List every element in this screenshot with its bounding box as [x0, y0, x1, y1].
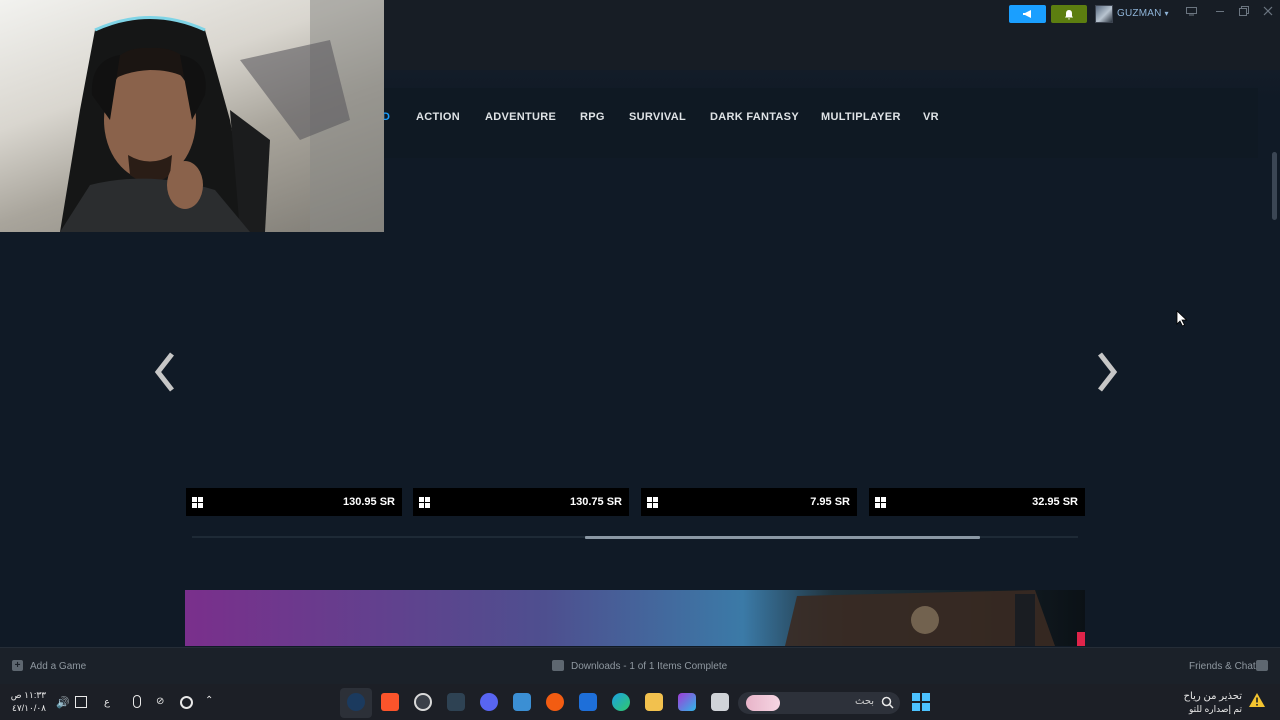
maximize-icon[interactable] [1237, 6, 1251, 20]
copilot-app-icon[interactable] [678, 693, 696, 711]
category-tab-vr[interactable]: VR [923, 111, 939, 123]
game-price: 7.95 SR [810, 496, 850, 508]
downloads-icon[interactable] [552, 660, 564, 671]
nvidia-icon[interactable]: ⊘ [156, 696, 169, 708]
weather-alert-title[interactable]: تحذير من رياح [1150, 691, 1242, 702]
minimize-icon[interactable] [1213, 6, 1227, 20]
category-tab-action[interactable]: ACTION [416, 111, 460, 123]
big-picture-icon[interactable] [1184, 6, 1198, 20]
steam-app-icon[interactable] [347, 693, 365, 711]
warning-icon[interactable] [1248, 692, 1266, 708]
category-nav [380, 88, 1258, 158]
carousel-next-arrow-icon[interactable] [1094, 352, 1118, 392]
category-tab-survival[interactable]: SURVIVAL [629, 111, 686, 123]
discord-app-icon[interactable] [480, 693, 498, 711]
microphone-icon[interactable] [133, 695, 141, 708]
network-icon[interactable] [75, 696, 87, 708]
game-price-card[interactable]: 130.75 SR [413, 488, 629, 516]
webcam-overlay [0, 0, 384, 232]
game-price-card[interactable]: 130.95 SR [186, 488, 402, 516]
downloads-status[interactable]: Downloads - 1 of 1 Items Complete [571, 661, 727, 672]
add-game-button[interactable]: Add a Game [30, 661, 86, 672]
file-explorer-icon[interactable] [645, 693, 663, 711]
friends-chat-button[interactable]: Friends & Chat [1189, 661, 1256, 672]
search-icon [881, 696, 894, 709]
windows-platform-icon [875, 496, 886, 508]
sync-icon[interactable] [180, 696, 193, 709]
clock-time[interactable]: ١١:٣٣ ص [11, 690, 46, 701]
webcam-person-image [60, 0, 384, 232]
vertical-scrollbar[interactable] [1272, 152, 1277, 220]
crunchyroll-app-icon[interactable] [546, 693, 564, 711]
category-tab-rpg[interactable]: RPG [580, 111, 605, 123]
search-placeholder: بحث [855, 696, 875, 707]
game-price-card[interactable]: 32.95 SR [869, 488, 1085, 516]
carousel-scroll-thumb[interactable] [585, 536, 980, 539]
mouse-cursor-icon [1176, 310, 1188, 327]
clock-date[interactable]: ٤٧/١٠/٠٨ [12, 703, 46, 714]
edge-browser-icon[interactable] [612, 693, 630, 711]
account-menu[interactable]: GUZMAN ▾ [1117, 8, 1169, 19]
category-tab-multiplayer[interactable]: MULTIPLAYER [821, 111, 901, 123]
start-menu-icon[interactable] [912, 693, 930, 711]
window-app-icon[interactable] [711, 693, 729, 711]
notifications-button[interactable] [1051, 5, 1087, 23]
xbox-app-icon[interactable] [447, 693, 465, 711]
carousel-prev-arrow-icon[interactable] [154, 352, 178, 392]
windows-platform-icon [647, 496, 658, 508]
store-app-icon[interactable] [579, 693, 597, 711]
user-avatar[interactable] [1095, 5, 1113, 23]
promo-banner-image [785, 590, 1085, 646]
chevron-down-icon: ▾ [1164, 9, 1169, 18]
obs-app-icon[interactable] [414, 693, 432, 711]
category-tab-adventure[interactable]: ADVENTURE [485, 111, 556, 123]
game-price: 130.95 SR [343, 496, 395, 508]
game-price: 32.95 SR [1032, 496, 1078, 508]
promo-banner[interactable] [185, 590, 1085, 646]
settings-app-icon[interactable] [513, 693, 531, 711]
windows-platform-icon [192, 496, 203, 508]
megaphone-icon [1022, 10, 1031, 18]
brave-browser-icon[interactable] [381, 693, 399, 711]
bell-icon [1065, 9, 1073, 19]
friends-icon[interactable] [1256, 660, 1268, 671]
game-price-card[interactable]: 7.95 SR [641, 488, 857, 516]
game-price: 130.75 SR [570, 496, 622, 508]
announcements-button[interactable] [1009, 5, 1046, 23]
username-label: GUZMAN [1117, 8, 1162, 19]
windows-platform-icon [419, 496, 430, 508]
category-tab-dark-fantasy[interactable]: DARK FANTASY [710, 111, 799, 123]
weather-alert-subtitle[interactable]: تم إصداره للتو [1150, 704, 1242, 715]
search-highlight-image [746, 695, 780, 711]
plus-icon[interactable]: + [12, 660, 23, 671]
chevron-up-icon[interactable]: ⌃ [205, 695, 217, 707]
volume-icon[interactable]: 🔊 [56, 696, 70, 709]
language-indicator[interactable]: ع [104, 697, 110, 708]
close-icon[interactable] [1261, 6, 1275, 20]
taskbar-search-box[interactable]: بحث [738, 692, 900, 714]
